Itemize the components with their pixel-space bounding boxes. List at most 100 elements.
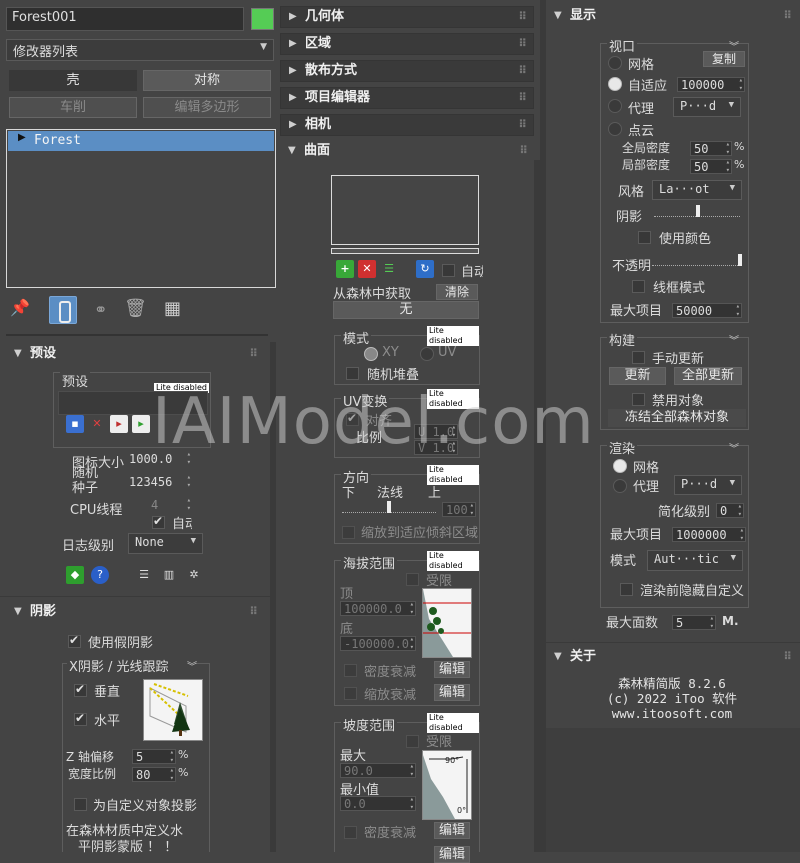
remove-icon[interactable]: ✕	[358, 260, 376, 278]
rollout-shadow[interactable]: ▼ 阴影 ⠿	[6, 602, 264, 624]
opacity-slider[interactable]	[652, 254, 742, 266]
show-end-result-icon[interactable]	[49, 296, 77, 324]
adaptive-radio[interactable]	[608, 77, 622, 91]
scrollbar[interactable]	[270, 342, 276, 852]
clear-button[interactable]: 清除	[436, 284, 478, 300]
viewport-max-items-spinner[interactable]: 50000	[672, 303, 742, 318]
collapse-icon[interactable]: ︾	[729, 332, 739, 347]
add-icon[interactable]: +	[336, 260, 354, 278]
preset-dropdown[interactable]	[58, 391, 208, 415]
surface-list[interactable]	[331, 175, 479, 245]
elevation-scale-checkbox[interactable]	[344, 687, 357, 700]
adaptive-spinner[interactable]: 100000	[677, 77, 745, 92]
about-website[interactable]: www.itoosoft.com	[540, 706, 800, 721]
render-max-items-spinner[interactable]: 1000000	[672, 527, 746, 542]
update-all-button[interactable]: 全部更新	[674, 367, 742, 385]
icon-size-spinner[interactable]: 1000.0	[126, 452, 192, 469]
grip-icon[interactable]: ⠿	[518, 34, 527, 54]
slope-density-edit-button[interactable]: 编辑	[434, 822, 470, 839]
symmetry-button[interactable]: 对称	[143, 70, 271, 91]
expand-arrow-icon[interactable]: ▶	[18, 132, 26, 143]
grip-icon[interactable]: ⠿	[518, 7, 527, 27]
hide-custom-checkbox[interactable]	[620, 583, 633, 596]
xy-radio[interactable]	[364, 347, 378, 361]
wireframe-checkbox[interactable]	[632, 280, 645, 293]
rollout-about[interactable]: ▼ 关于 ⠿	[546, 647, 798, 669]
modifier-stack[interactable]: ▶ Forest	[6, 129, 276, 288]
freeze-all-button[interactable]: 冻结全部森林对象	[608, 409, 746, 427]
import-icon[interactable]: ▸	[110, 415, 128, 433]
direction-spinner[interactable]: 100	[442, 502, 476, 517]
stack-item-forest[interactable]: ▶ Forest	[8, 131, 274, 151]
log-level-dropdown[interactable]: None	[128, 533, 203, 554]
make-unique-icon[interactable]: ⚭	[94, 300, 116, 322]
list-icon[interactable]: ☰	[135, 566, 153, 584]
grip-icon[interactable]: ⠿	[783, 647, 792, 667]
rollout-surface[interactable]: ▼ 曲面 ⠿	[280, 141, 534, 163]
modifier-list-dropdown[interactable]: 修改器列表	[6, 39, 274, 61]
edit-poly-button[interactable]: 编辑多边形	[143, 97, 271, 118]
export-icon[interactable]: ▸	[132, 415, 150, 433]
remove-modifier-icon[interactable]: 🗑	[124, 298, 147, 320]
none-button[interactable]: 无	[333, 301, 479, 319]
slope-max-spinner[interactable]: 90.0	[340, 763, 416, 778]
scale-slope-checkbox[interactable]	[342, 526, 355, 539]
render-mode-dropdown[interactable]: Aut···tic	[647, 550, 743, 571]
uv-radio[interactable]	[420, 347, 434, 361]
slider-thumb[interactable]	[738, 254, 742, 266]
grip-icon[interactable]: ⠿	[518, 88, 527, 108]
use-color-checkbox[interactable]	[638, 231, 651, 244]
elevation-limit-checkbox[interactable]	[406, 573, 419, 586]
mesh-radio[interactable]	[608, 56, 622, 70]
viewport-shadow-slider[interactable]	[654, 205, 740, 217]
max-faces-spinner[interactable]: 5	[672, 615, 716, 630]
grip-icon[interactable]: ⠿	[249, 602, 258, 622]
simplify-level-spinner[interactable]: 0	[716, 503, 744, 518]
collapse-icon[interactable]: ︾	[729, 440, 739, 455]
rollout-camera[interactable]: ▶ 相机 ⠿	[280, 114, 534, 136]
use-fake-shadow-checkbox[interactable]	[68, 633, 81, 648]
grip-icon[interactable]: ⠿	[518, 115, 527, 135]
object-name-field[interactable]: Forest001	[6, 7, 244, 31]
auto-checkbox[interactable]	[442, 264, 455, 277]
rollout-display[interactable]: ▼ 显示 ⠿	[546, 6, 798, 28]
elevation-density-checkbox[interactable]	[344, 664, 357, 677]
render-mesh-radio[interactable]	[613, 459, 627, 473]
viewport-proxy-dropdown[interactable]: P···d	[673, 97, 741, 117]
seed-spinner[interactable]: 123456	[126, 475, 192, 492]
rollout-distribution[interactable]: ▶ 散布方式 ⠿	[280, 60, 534, 82]
z-offset-spinner[interactable]: 5	[132, 749, 176, 764]
stats-icon[interactable]: ▥	[160, 566, 178, 584]
settings-icon[interactable]: ✲	[185, 566, 203, 584]
lathe-button[interactable]: 车削	[9, 97, 137, 118]
update-button[interactable]: 更新	[609, 367, 666, 385]
refresh-icon[interactable]: ↻	[416, 260, 434, 278]
add-list-icon[interactable]: ☰	[380, 260, 398, 278]
u-scale-spinner[interactable]: U 1.0	[414, 424, 458, 439]
help-green-icon[interactable]: ◆	[66, 566, 84, 584]
rollout-item-editor[interactable]: ▶ 项目编辑器 ⠿	[280, 87, 534, 109]
slope-min-spinner[interactable]: 0.0	[340, 796, 416, 811]
slope-scale-edit-button[interactable]: 编辑	[434, 846, 470, 863]
slider-thumb[interactable]	[696, 205, 700, 217]
surface-list-scrollbar[interactable]	[331, 248, 479, 254]
vertical-checkbox[interactable]	[74, 682, 87, 697]
pin-stack-icon[interactable]: 📌	[10, 298, 32, 320]
custom-object-shadow-checkbox[interactable]	[74, 798, 87, 811]
bottom-spinner[interactable]: -100000.0	[340, 636, 416, 651]
v-scale-spinner[interactable]: V 1.0	[414, 440, 458, 455]
disable-objects-checkbox[interactable]	[632, 393, 645, 406]
top-spinner[interactable]: 100000.0	[340, 601, 416, 616]
grip-icon[interactable]: ⠿	[519, 141, 528, 161]
style-dropdown[interactable]: La···ot	[652, 180, 742, 200]
help-icon[interactable]: ?	[91, 566, 109, 584]
slope-limit-checkbox[interactable]	[406, 735, 419, 748]
align-checkbox[interactable]	[346, 411, 359, 426]
render-proxy-radio[interactable]	[613, 479, 627, 493]
rollout-area[interactable]: ▶ 区域 ⠿	[280, 33, 534, 55]
point-cloud-radio[interactable]	[608, 122, 622, 136]
delete-icon[interactable]: ✕	[88, 415, 106, 433]
local-density-spinner[interactable]: 50	[690, 159, 732, 174]
configure-sets-icon[interactable]: ▦	[164, 298, 188, 322]
slider-thumb[interactable]	[387, 501, 391, 513]
